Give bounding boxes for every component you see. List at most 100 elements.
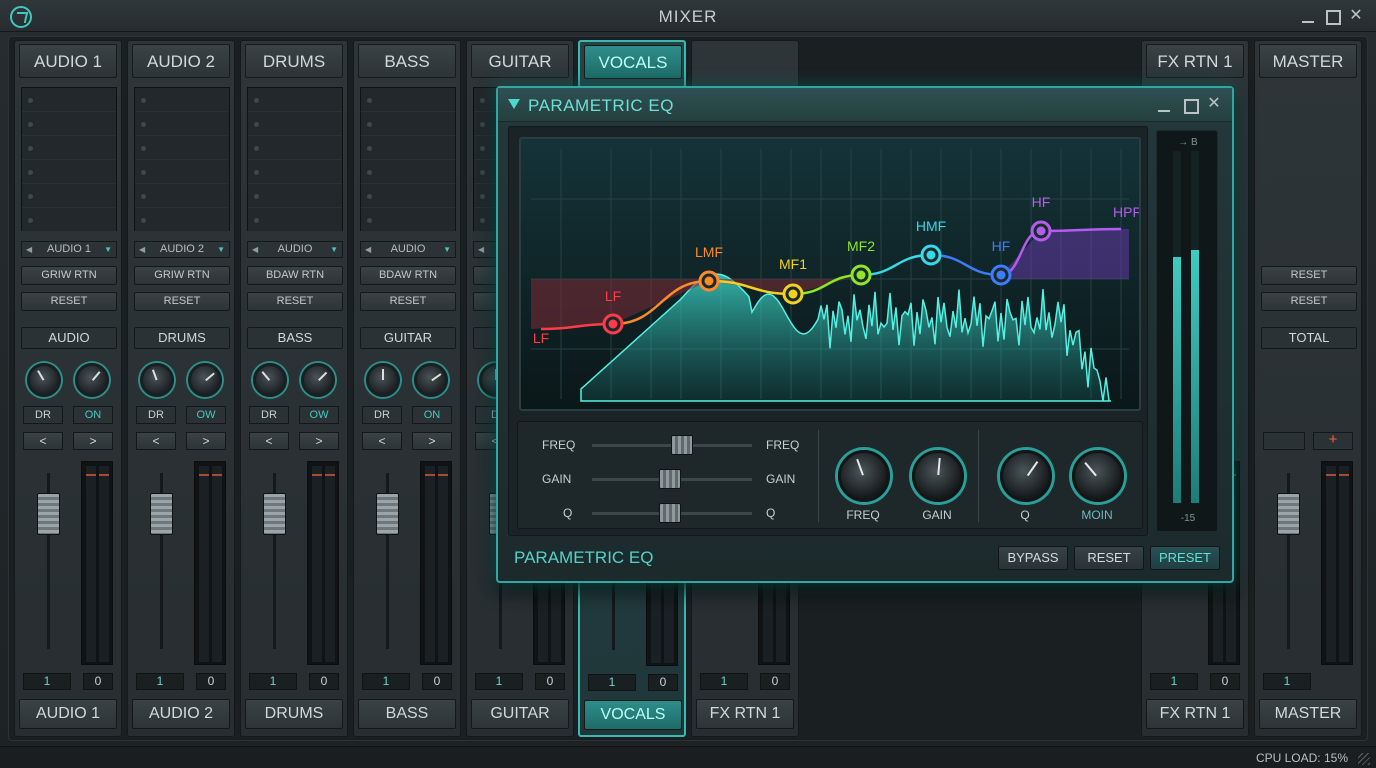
reset-button[interactable]: RESET: [360, 292, 456, 311]
freq-slider-thumb[interactable]: [670, 435, 693, 455]
insert-slot[interactable]: [22, 136, 116, 160]
channel-value[interactable]: 0: [648, 674, 678, 691]
channel-header[interactable]: DRUMS: [245, 44, 343, 78]
q-slider-thumb[interactable]: [659, 503, 682, 523]
insert-slot[interactable]: [22, 160, 116, 184]
close-icon[interactable]: ✕: [1346, 6, 1366, 26]
route-button[interactable]: GRIW RTN: [21, 266, 117, 285]
route-button[interactable]: GRIW RTN: [134, 266, 230, 285]
eq-minimize-icon[interactable]: [1154, 95, 1174, 115]
channel-value[interactable]: 0: [1210, 673, 1240, 690]
channel-number[interactable]: 1: [23, 673, 71, 690]
insert-slot[interactable]: [22, 88, 116, 112]
pan-knob[interactable]: [301, 363, 335, 397]
prev-button[interactable]: <: [136, 432, 176, 450]
insert-slot[interactable]: [248, 136, 342, 160]
input-selector[interactable]: AUDIO 2: [134, 241, 230, 258]
insert-slot[interactable]: [248, 184, 342, 208]
maximize-icon[interactable]: [1322, 6, 1342, 26]
insert-slot[interactable]: [361, 208, 455, 232]
insert-slot[interactable]: [361, 112, 455, 136]
on-button[interactable]: OW: [299, 406, 339, 424]
next-button[interactable]: >: [73, 432, 113, 450]
route-button[interactable]: BDAW RTN: [360, 266, 456, 285]
eq-curve-svg[interactable]: LF LF LMF MF1 MF2 HMF HF HF HPF: [521, 139, 1139, 409]
insert-slot[interactable]: [361, 160, 455, 184]
pan-knob[interactable]: [75, 363, 109, 397]
pan-knob[interactable]: [188, 363, 222, 397]
insert-slot[interactable]: [361, 184, 455, 208]
prev-button[interactable]: <: [249, 432, 289, 450]
channel-header[interactable]: VOCALS: [584, 45, 682, 79]
channel-header[interactable]: AUDIO 2: [132, 44, 230, 78]
channel-value[interactable]: 0: [760, 673, 790, 690]
channel-header[interactable]: AUDIO 1: [19, 44, 117, 78]
eq-maximize-icon[interactable]: [1180, 95, 1200, 115]
gain-knob[interactable]: [140, 363, 174, 397]
channel-value[interactable]: 0: [535, 673, 565, 690]
master-empty-button[interactable]: [1263, 432, 1305, 450]
channel-number[interactable]: 1: [249, 673, 297, 690]
insert-slot[interactable]: [248, 112, 342, 136]
moin-knob[interactable]: [1072, 450, 1124, 502]
minimize-icon[interactable]: [1298, 6, 1318, 26]
total-button[interactable]: TOTAL: [1261, 327, 1357, 349]
insert-slot[interactable]: [135, 136, 229, 160]
input-selector[interactable]: AUDIO 1: [21, 241, 117, 258]
reset-button[interactable]: RESET: [1261, 266, 1357, 285]
reset-button-2[interactable]: RESET: [1261, 292, 1357, 311]
insert-slot[interactable]: [135, 112, 229, 136]
input-selector[interactable]: AUDIO: [360, 241, 456, 258]
insert-slot[interactable]: [135, 208, 229, 232]
channel-name[interactable]: AUDIO: [21, 327, 117, 349]
eq-reset-button[interactable]: RESET: [1074, 546, 1144, 570]
channel-number[interactable]: 1: [1263, 673, 1311, 690]
on-button[interactable]: ON: [412, 406, 452, 424]
insert-slot[interactable]: [135, 88, 229, 112]
add-icon[interactable]: +: [1313, 432, 1353, 450]
dr-button[interactable]: DR: [136, 406, 176, 424]
insert-slot[interactable]: [248, 208, 342, 232]
master-fader[interactable]: [1277, 493, 1300, 535]
channel-name[interactable]: GUITAR: [360, 327, 456, 349]
next-button[interactable]: >: [186, 432, 226, 450]
gain-knob[interactable]: [912, 450, 964, 502]
gain-knob[interactable]: [27, 363, 61, 397]
channel-name[interactable]: BASS: [247, 327, 343, 349]
volume-fader[interactable]: [376, 493, 399, 535]
pan-knob[interactable]: [414, 363, 448, 397]
gain-slider-thumb[interactable]: [659, 469, 682, 489]
insert-slot[interactable]: [135, 160, 229, 184]
channel-number[interactable]: 1: [362, 673, 410, 690]
channel-header[interactable]: GUITAR: [471, 44, 569, 78]
insert-slot[interactable]: [22, 208, 116, 232]
preset-button[interactable]: PRESET: [1150, 546, 1220, 570]
on-button[interactable]: OW: [186, 406, 226, 424]
dr-button[interactable]: DR: [249, 406, 289, 424]
on-button[interactable]: ON: [73, 406, 113, 424]
route-button[interactable]: BDAW RTN: [247, 266, 343, 285]
channel-number[interactable]: 1: [588, 674, 636, 691]
reset-button[interactable]: RESET: [247, 292, 343, 311]
volume-fader[interactable]: [37, 493, 60, 535]
channel-header[interactable]: FX RTN 1: [1146, 44, 1244, 78]
volume-fader[interactable]: [263, 493, 286, 535]
freq-knob[interactable]: [838, 450, 890, 502]
insert-slot[interactable]: [248, 160, 342, 184]
channel-header[interactable]: MASTER: [1259, 44, 1357, 78]
prev-button[interactable]: <: [362, 432, 402, 450]
dr-button[interactable]: DR: [362, 406, 402, 424]
eq-close-icon[interactable]: ✕: [1204, 94, 1224, 114]
channel-number[interactable]: 1: [700, 673, 748, 690]
insert-slot[interactable]: [135, 184, 229, 208]
bypass-button[interactable]: BYPASS: [998, 546, 1068, 570]
next-button[interactable]: >: [299, 432, 339, 450]
prev-button[interactable]: <: [23, 432, 63, 450]
insert-slot[interactable]: [361, 136, 455, 160]
insert-slot[interactable]: [22, 112, 116, 136]
channel-value[interactable]: 0: [83, 673, 113, 690]
eq-graph[interactable]: LF LF LMF MF1 MF2 HMF HF HF HPF: [519, 137, 1141, 411]
collapse-icon[interactable]: [508, 99, 520, 109]
channel-value[interactable]: 0: [422, 673, 452, 690]
insert-slot[interactable]: [361, 88, 455, 112]
